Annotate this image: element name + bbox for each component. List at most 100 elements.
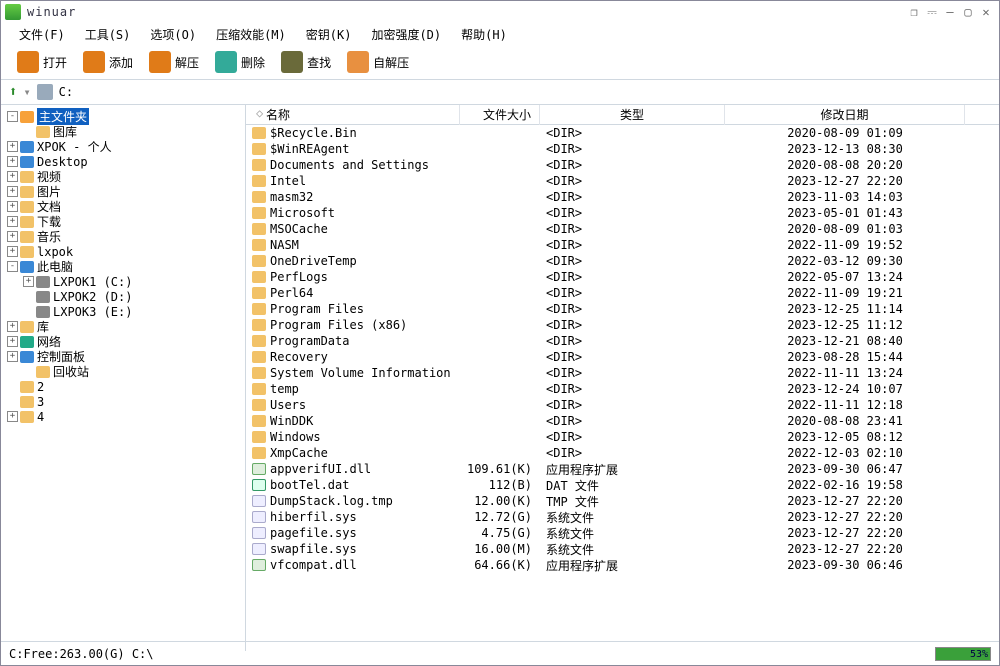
minimize-button[interactable]: —: [941, 5, 959, 19]
expander-icon[interactable]: +: [7, 141, 18, 152]
file-size: 112(B): [460, 478, 540, 492]
file-name: Microsoft: [270, 206, 460, 220]
list-row[interactable]: $Recycle.Bin<DIR>2020-08-09 01:09: [246, 125, 999, 141]
expander-icon[interactable]: +: [7, 351, 18, 362]
list-row[interactable]: Users<DIR>2022-11-11 12:18: [246, 397, 999, 413]
folder-icon: [252, 431, 266, 443]
list-row[interactable]: hiberfil.sys12.72(G)系统文件2023-12-27 22:20: [246, 509, 999, 525]
list-row[interactable]: Microsoft<DIR>2023-05-01 01:43: [246, 205, 999, 221]
list-row[interactable]: System Volume Information<DIR>2022-11-11…: [246, 365, 999, 381]
list-row[interactable]: XmpCache<DIR>2022-12-03 02:10: [246, 445, 999, 461]
history-dropdown-icon[interactable]: ▾: [23, 85, 30, 99]
expander-icon[interactable]: +: [7, 246, 18, 257]
expander-icon[interactable]: +: [7, 216, 18, 227]
list-row[interactable]: Program Files<DIR>2023-12-25 11:14: [246, 301, 999, 317]
list-row[interactable]: OneDriveTemp<DIR>2022-03-12 09:30: [246, 253, 999, 269]
expander-icon[interactable]: +: [7, 411, 18, 422]
list-row[interactable]: pagefile.sys4.75(G)系统文件2023-12-27 22:20: [246, 525, 999, 541]
drive-icon: [36, 291, 50, 303]
list-row[interactable]: appverifUI.dll109.61(K)应用程序扩展2023-09-30 …: [246, 461, 999, 477]
column-name[interactable]: ◇名称: [246, 105, 460, 125]
list-row[interactable]: DumpStack.log.tmp12.00(K)TMP 文件2023-12-2…: [246, 493, 999, 509]
expander-icon[interactable]: +: [7, 336, 18, 347]
window-button-0[interactable]: ❐: [905, 5, 923, 19]
tree-item-2[interactable]: +XPOK - 个人: [3, 139, 245, 154]
tree-item-10[interactable]: -此电脑: [3, 259, 245, 274]
list-row[interactable]: NASM<DIR>2022-11-09 19:52: [246, 237, 999, 253]
close-button[interactable]: ✕: [977, 5, 995, 19]
expander-icon[interactable]: +: [7, 171, 18, 182]
tree-item-13[interactable]: LXPOK3 (E:): [3, 304, 245, 319]
tree-item-7[interactable]: +下载: [3, 214, 245, 229]
menu-5[interactable]: 加密强度(D): [363, 24, 449, 45]
tree-item-12[interactable]: LXPOK2 (D:): [3, 289, 245, 304]
menu-4[interactable]: 密钥(K): [298, 24, 360, 45]
tree-item-11[interactable]: +LXPOK1 (C:): [3, 274, 245, 289]
list-row[interactable]: temp<DIR>2023-12-24 10:07: [246, 381, 999, 397]
column-size[interactable]: 文件大小: [460, 105, 540, 125]
toolbar-label: 自解压: [373, 54, 409, 71]
menu-6[interactable]: 帮助(H): [453, 24, 515, 45]
tree-item-6[interactable]: +文档: [3, 199, 245, 214]
tree-item-9[interactable]: +lxpok: [3, 244, 245, 259]
maximize-button[interactable]: ▢: [959, 5, 977, 19]
column-type[interactable]: 类型: [540, 105, 725, 125]
file-date: 2020-08-08 23:41: [725, 414, 965, 428]
tree-item-4[interactable]: +视频: [3, 169, 245, 184]
list-row[interactable]: PerfLogs<DIR>2022-05-07 13:24: [246, 269, 999, 285]
folder-tree[interactable]: -主文件夹图库+XPOK - 个人+Desktop+视频+图片+文档+下载+音乐…: [1, 105, 246, 651]
expander-icon[interactable]: +: [7, 201, 18, 212]
tree-item-5[interactable]: +图片: [3, 184, 245, 199]
tree-item-1[interactable]: 图库: [3, 124, 245, 139]
list-row[interactable]: Windows<DIR>2023-12-05 08:12: [246, 429, 999, 445]
expander-icon[interactable]: +: [7, 156, 18, 167]
list-row[interactable]: vfcompat.dll64.66(K)应用程序扩展2023-09-30 06:…: [246, 557, 999, 573]
expander-icon[interactable]: -: [7, 111, 18, 122]
list-row[interactable]: swapfile.sys16.00(M)系统文件2023-12-27 22:20: [246, 541, 999, 557]
list-row[interactable]: WinDDK<DIR>2020-08-08 23:41: [246, 413, 999, 429]
toolbar-添加[interactable]: 添加: [77, 49, 139, 75]
tree-item-0[interactable]: -主文件夹: [3, 109, 245, 124]
list-row[interactable]: masm32<DIR>2023-11-03 14:03: [246, 189, 999, 205]
toolbar-查找[interactable]: 查找: [275, 49, 337, 75]
tree-item-17[interactable]: 回收站: [3, 364, 245, 379]
expander-icon[interactable]: +: [7, 321, 18, 332]
window-button-1[interactable]: ⎓: [923, 5, 941, 20]
list-row[interactable]: ProgramData<DIR>2023-12-21 08:40: [246, 333, 999, 349]
list-row[interactable]: bootTel.dat112(B)DAT 文件2022-02-16 19:58: [246, 477, 999, 493]
list-row[interactable]: Program Files (x86)<DIR>2023-12-25 11:12: [246, 317, 999, 333]
menu-2[interactable]: 选项(O): [142, 24, 204, 45]
tree-item-19[interactable]: 3: [3, 394, 245, 409]
expander-icon[interactable]: +: [23, 276, 34, 287]
toolbar-自解压[interactable]: 自解压: [341, 49, 415, 75]
file-list[interactable]: ◇名称 文件大小 类型 修改日期 $Recycle.Bin<DIR>2020-0…: [246, 105, 999, 651]
list-header[interactable]: ◇名称 文件大小 类型 修改日期: [246, 105, 999, 125]
tree-item-14[interactable]: +库: [3, 319, 245, 334]
up-icon[interactable]: ⬆: [9, 84, 17, 100]
tree-item-18[interactable]: 2: [3, 379, 245, 394]
list-row[interactable]: Documents and Settings<DIR>2020-08-08 20…: [246, 157, 999, 173]
expander-icon: [23, 366, 34, 377]
menu-1[interactable]: 工具(S): [77, 24, 139, 45]
menu-0[interactable]: 文件(F): [11, 24, 73, 45]
tree-item-20[interactable]: +4: [3, 409, 245, 424]
toolbar-删除[interactable]: 删除: [209, 49, 271, 75]
list-row[interactable]: Recovery<DIR>2023-08-28 15:44: [246, 349, 999, 365]
list-row[interactable]: $WinREAgent<DIR>2023-12-13 08:30: [246, 141, 999, 157]
list-row[interactable]: MSOCache<DIR>2020-08-09 01:03: [246, 221, 999, 237]
expander-icon[interactable]: -: [7, 261, 18, 272]
menu-3[interactable]: 压缩效能(M): [208, 24, 294, 45]
file-type: 应用程序扩展: [540, 557, 725, 574]
toolbar-解压[interactable]: 解压: [143, 49, 205, 75]
tree-item-8[interactable]: +音乐: [3, 229, 245, 244]
expander-icon[interactable]: +: [7, 231, 18, 242]
list-row[interactable]: Intel<DIR>2023-12-27 22:20: [246, 173, 999, 189]
path-display[interactable]: C:: [59, 85, 129, 99]
tree-item-15[interactable]: +网络: [3, 334, 245, 349]
tree-item-3[interactable]: +Desktop: [3, 154, 245, 169]
tree-item-16[interactable]: +控制面板: [3, 349, 245, 364]
expander-icon[interactable]: +: [7, 186, 18, 197]
toolbar-打开[interactable]: 打开: [11, 49, 73, 75]
list-row[interactable]: Perl64<DIR>2022-11-09 19:21: [246, 285, 999, 301]
column-date[interactable]: 修改日期: [725, 105, 965, 125]
